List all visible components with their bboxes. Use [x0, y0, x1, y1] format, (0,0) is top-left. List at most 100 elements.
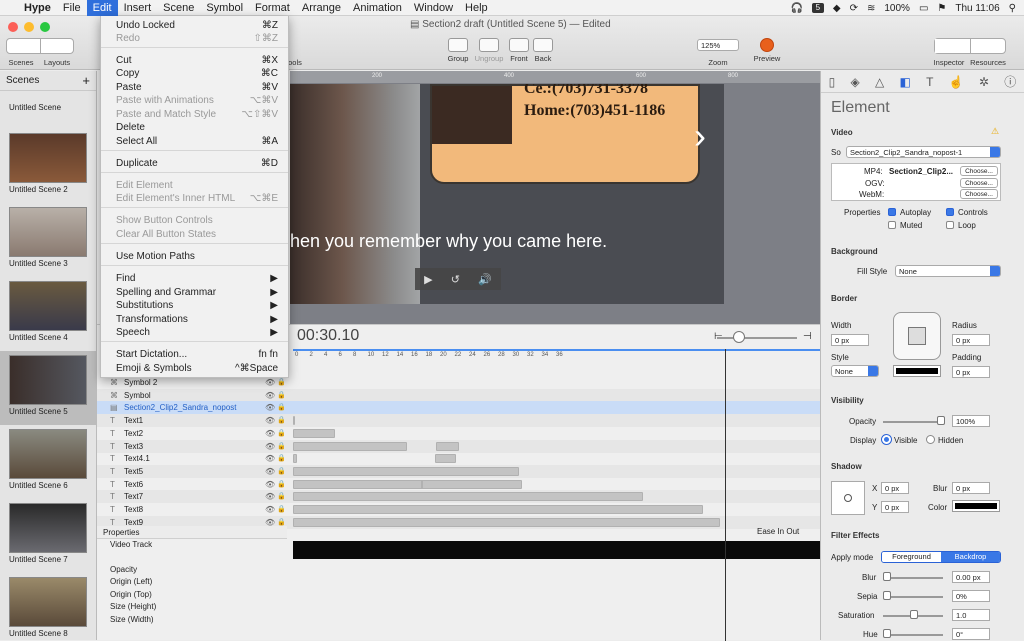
scene-item[interactable]: Untitled Scene 2	[0, 129, 96, 203]
dropbox-icon[interactable]: ◆	[833, 3, 841, 14]
scene-item[interactable]: Untitled Scene 7	[0, 499, 96, 573]
saturation-knob[interactable]	[910, 610, 918, 619]
properties-header[interactable]: Properties	[97, 526, 287, 539]
layer-row[interactable]: T Text4.1 👁 🔒	[97, 452, 820, 465]
lock-icon[interactable]: 🔒	[277, 490, 286, 503]
clock[interactable]: Thu 11:06	[955, 3, 999, 14]
animation-bar[interactable]	[293, 416, 295, 426]
shadow-direction-knob[interactable]	[844, 494, 852, 502]
foreground-segment[interactable]: Foreground	[882, 552, 941, 562]
app-menu[interactable]: Hype	[18, 0, 57, 16]
zoom-in-timeline-icon[interactable]: ⊣	[803, 331, 812, 342]
playhead[interactable]	[725, 349, 726, 641]
border-style-select[interactable]: None	[831, 365, 879, 377]
animation-bar[interactable]	[293, 517, 720, 527]
inspector-toggle-icon[interactable]	[935, 39, 971, 53]
padding-field[interactable]: 0 px	[952, 366, 990, 378]
menu-scene[interactable]: Scene	[157, 0, 200, 16]
shadow-x-field[interactable]: 0 px	[881, 482, 909, 494]
menu-item-spelling-and-grammar[interactable]: Spelling and Grammar ▶	[116, 286, 278, 299]
menu-edit[interactable]: Edit	[86, 0, 118, 16]
choose-mp4-button[interactable]: Choose...	[960, 166, 998, 176]
lock-icon[interactable]: 🔒	[277, 452, 286, 465]
layer-row[interactable]: ⌘ Symbol 👁 🔒	[97, 388, 820, 402]
menu-item-copy[interactable]: Copy ⌘C	[116, 67, 278, 80]
typography-inspector-icon[interactable]: T	[926, 75, 933, 89]
menu-item-use-motion-paths[interactable]: Use Motion Paths	[116, 250, 278, 263]
scene-inspector-icon[interactable]: ◈	[851, 75, 860, 89]
property-row[interactable]: Video Track	[97, 539, 287, 552]
physics-inspector-icon[interactable]: ✲	[979, 75, 989, 89]
muted-checkbox[interactable]	[888, 221, 896, 229]
property-row[interactable]: Size (Width)	[97, 614, 287, 627]
animation-bar[interactable]	[293, 428, 335, 438]
lock-icon[interactable]: 🔒	[277, 503, 286, 516]
search-icon[interactable]: ⚲	[1009, 3, 1016, 14]
border-corner-widget[interactable]	[893, 312, 941, 360]
fill-style-select[interactable]: None	[895, 265, 1001, 277]
saturation-field[interactable]: 1.0	[952, 609, 990, 621]
visibility-eye-icon[interactable]: 👁	[265, 478, 275, 491]
scene-item[interactable]: Untitled Scene 4	[0, 277, 96, 351]
layer-row[interactable]: T Text8 👁 🔒	[97, 503, 820, 516]
zoom-button[interactable]	[40, 22, 50, 32]
menu-item-delete[interactable]: Delete	[116, 121, 278, 134]
animation-bar[interactable]	[293, 505, 703, 514]
animation-bar[interactable]	[293, 441, 407, 451]
animation-bar[interactable]	[293, 492, 643, 502]
autoplay-checkbox[interactable]	[888, 208, 896, 216]
menu-item-undo-locked[interactable]: Undo Locked ⌘Z	[116, 19, 278, 32]
element-inspector-icon[interactable]: ◧	[900, 75, 911, 89]
controls-checkbox[interactable]	[946, 208, 954, 216]
menu-item-duplicate[interactable]: Duplicate ⌘D	[116, 157, 278, 170]
animation-bar[interactable]	[436, 441, 459, 451]
status-badge[interactable]: 5	[811, 3, 824, 13]
menu-file[interactable]: File	[57, 0, 87, 16]
border-side-selector[interactable]	[908, 327, 926, 345]
hidden-radio[interactable]	[926, 435, 935, 444]
hue-slider[interactable]	[883, 634, 943, 636]
menu-help[interactable]: Help	[459, 0, 494, 16]
identity-inspector-icon[interactable]: ⓘ	[1004, 73, 1016, 90]
timeline-zoom-slider[interactable]	[717, 337, 797, 339]
backdrop-segment[interactable]: Backdrop	[941, 552, 1000, 562]
menu-item-cut[interactable]: Cut ⌘X	[116, 54, 278, 67]
wifi-icon[interactable]: ≋	[867, 3, 875, 14]
lock-icon[interactable]: 🔒	[277, 440, 286, 453]
document-inspector-icon[interactable]: ▯	[829, 75, 836, 89]
shadow-y-field[interactable]: 0 px	[881, 501, 909, 513]
property-row[interactable]: Opacity	[97, 564, 287, 577]
filter-blur-slider[interactable]	[883, 577, 943, 579]
actions-inspector-icon[interactable]: ☝	[949, 75, 964, 89]
timeline-ruler[interactable]: 0 2 4 6 8 10 12 14 16 18 20 22 24 26 28 30 32 34 36	[293, 349, 820, 361]
scene-canvas[interactable]: 200 400 600 800 Ce.:(703)731-3378 Home:(…	[290, 71, 820, 324]
source-select[interactable]: Section2_Clip2_Sandra_nopost-1	[846, 146, 1001, 158]
visibility-eye-icon[interactable]: 👁	[265, 401, 275, 414]
menu-arrange[interactable]: Arrange	[296, 0, 347, 16]
visibility-eye-icon[interactable]: 👁	[265, 414, 275, 427]
visibility-eye-icon[interactable]: 👁	[265, 440, 275, 453]
preview-button[interactable]: Preview	[750, 38, 784, 63]
animation-bar[interactable]	[293, 479, 522, 489]
close-button[interactable]	[8, 22, 18, 32]
property-row[interactable]: Size (Height)	[97, 601, 287, 614]
scenes-layouts-toggle[interactable]	[6, 38, 74, 54]
flag-icon[interactable]: ⚑	[937, 3, 946, 14]
menu-window[interactable]: Window	[408, 0, 459, 16]
layer-row[interactable]: T Text6 👁 🔒	[97, 478, 820, 491]
loop-checkbox[interactable]	[946, 221, 954, 229]
battery-text[interactable]: 100%	[884, 3, 910, 14]
shadow-blur-field[interactable]: 0 px	[952, 482, 990, 494]
lock-icon[interactable]: 🔒	[277, 478, 286, 491]
replay-icon[interactable]: ↺	[451, 273, 460, 286]
back-button[interactable]: Back	[532, 38, 554, 63]
filter-blur-knob[interactable]	[883, 572, 891, 581]
inspector-resources-toggle[interactable]	[934, 38, 1006, 54]
scene-item-selected[interactable]: Untitled Scene 5	[0, 351, 96, 425]
scenes-toggle-icon[interactable]	[7, 39, 41, 53]
opacity-slider-knob[interactable]	[937, 416, 945, 425]
sepia-slider[interactable]	[883, 596, 943, 598]
layer-row[interactable]: T Text5 👁 🔒	[97, 464, 820, 478]
lock-icon[interactable]: 🔒	[277, 414, 286, 427]
battery-icon[interactable]: ▭	[919, 3, 928, 14]
